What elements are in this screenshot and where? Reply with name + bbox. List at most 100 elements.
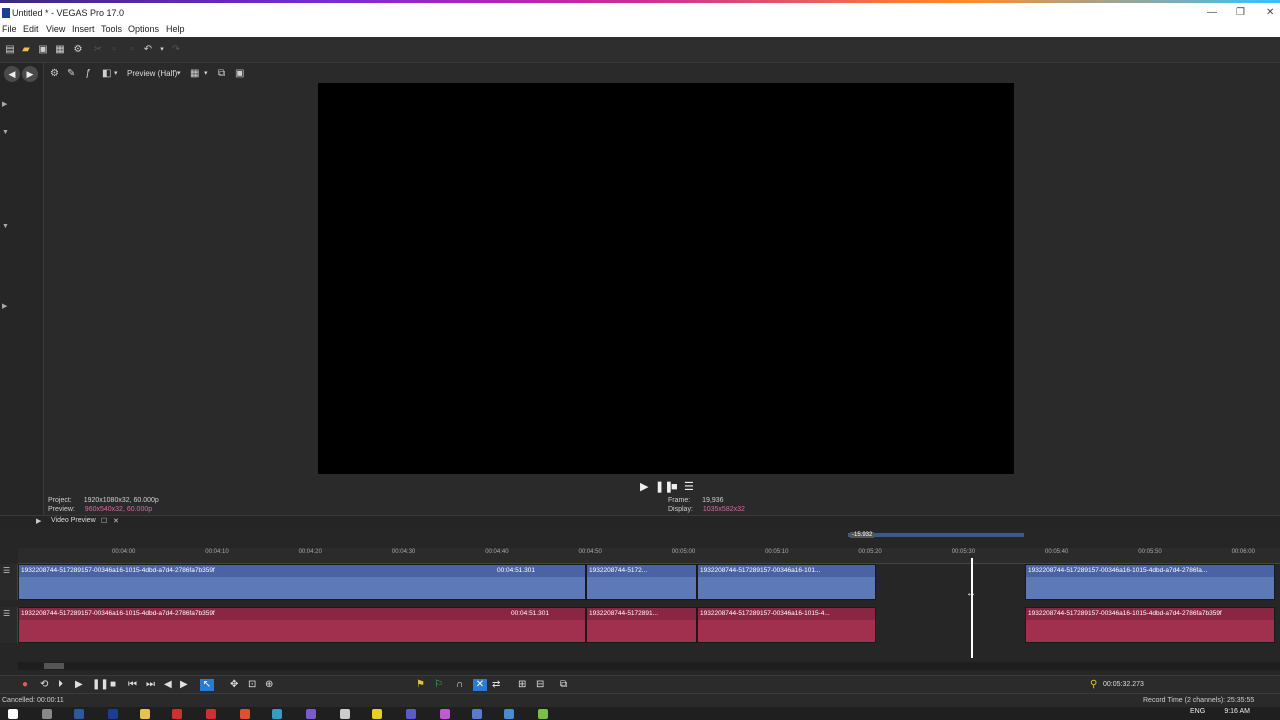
app-icon[interactable] xyxy=(472,709,482,719)
app-icon[interactable] xyxy=(538,709,548,719)
dropdown-icon[interactable]: ▾ xyxy=(204,68,208,80)
vegas-taskbar-icon[interactable] xyxy=(108,709,118,719)
marker-icon[interactable]: ⚑ xyxy=(416,679,425,691)
minimize-button[interactable]: — xyxy=(1207,7,1217,18)
zoom-tool-icon[interactable]: ⊕ xyxy=(265,679,273,691)
app-icon[interactable] xyxy=(372,709,382,719)
undo-dropdown-icon[interactable]: ▾ xyxy=(156,44,168,56)
copy-snapshot-icon[interactable]: ⧉ xyxy=(218,68,225,80)
back-icon[interactable]: ◀ xyxy=(4,66,20,82)
app-icon[interactable] xyxy=(306,709,316,719)
ignore-grouping-icon[interactable]: ⊟ xyxy=(536,679,544,691)
restore-button[interactable]: ❐ xyxy=(1236,7,1245,18)
audio-clip[interactable]: 19322087​44-517289157-00346a16-1015-4dbd… xyxy=(1025,607,1275,643)
track-menu-icon[interactable]: ☰ xyxy=(3,566,10,575)
app-icon[interactable] xyxy=(504,709,514,719)
lock-envelopes-icon[interactable]: ⊞ xyxy=(518,679,526,691)
chrome-icon[interactable] xyxy=(240,709,250,719)
play-from-start-icon[interactable]: ⏵ xyxy=(58,679,63,691)
go-to-start-icon[interactable]: ⏮ xyxy=(128,679,137,691)
menu-help[interactable]: Help xyxy=(166,24,185,34)
app-icon[interactable] xyxy=(406,709,416,719)
playhead-cursor[interactable] xyxy=(971,558,973,658)
menu-edit[interactable]: Edit xyxy=(23,24,39,34)
play-icon[interactable]: ▶ xyxy=(75,679,83,691)
video-clip[interactable]: 19322087​44-517289157-00346a16-1015-4dbd… xyxy=(18,564,586,600)
cut-icon[interactable]: ✂ xyxy=(92,44,104,56)
forward-icon[interactable]: ▶ xyxy=(22,66,38,82)
normal-edit-tool-icon[interactable]: ↖ xyxy=(200,679,214,691)
pause-icon[interactable]: ❚❚ xyxy=(92,679,109,691)
time-ruler[interactable]: 00:04:00 00:04:10 00:04:20 00:04:30 00:04:40… xyxy=(18,548,1280,564)
app-icon[interactable] xyxy=(340,709,350,719)
preview-quality-dropdown[interactable]: Preview (Half) xyxy=(127,69,177,78)
language-indicator[interactable]: ENG xyxy=(1190,708,1205,715)
collapse-arrow-icon[interactable]: ▼ xyxy=(2,221,9,233)
audio-clip[interactable]: 19322087​44-5172891... xyxy=(586,607,697,643)
edit-icon[interactable]: ✎ xyxy=(67,68,75,80)
video-clip[interactable]: 19322087​44-5172... xyxy=(586,564,697,600)
tab-arrow-icon[interactable]: ▶ xyxy=(36,517,41,525)
event-pan-crop-icon[interactable]: ⧉ xyxy=(560,679,567,691)
save-icon[interactable]: ▣ xyxy=(37,44,49,56)
copy-icon[interactable]: ▫ xyxy=(108,44,120,56)
region-icon[interactable]: ⚐ xyxy=(434,679,443,691)
selection-bar[interactable] xyxy=(848,533,1024,537)
render-icon[interactable]: ▦ xyxy=(54,44,66,56)
fx-icon[interactable]: ƒ xyxy=(85,68,91,80)
stop-icon[interactable]: ■ xyxy=(110,679,116,691)
auto-ripple-icon[interactable]: ⇄ xyxy=(492,679,500,691)
dropdown-icon[interactable]: ▾ xyxy=(177,68,181,80)
selection-tool-icon[interactable]: ⊡ xyxy=(248,679,256,691)
clock[interactable]: 9:16 AM xyxy=(1224,708,1250,715)
settings-icon[interactable]: ⚙ xyxy=(50,68,59,80)
track-menu-icon[interactable]: ☰ xyxy=(3,609,10,618)
overlays-icon[interactable]: ▦ xyxy=(190,68,199,80)
tab-video-preview[interactable]: Video Preview xyxy=(51,517,96,524)
prev-frame-icon[interactable]: ◀ xyxy=(164,679,172,691)
paste-icon[interactable]: ▫ xyxy=(126,44,138,56)
envelope-tool-icon[interactable]: ✥ xyxy=(230,679,238,691)
close-button[interactable]: ✕ xyxy=(1266,7,1274,18)
video-clip[interactable]: 19322087​44-517289157-00346a16-1015-4dbd… xyxy=(1025,564,1275,600)
menu-icon[interactable]: ☰ xyxy=(684,481,694,493)
expand-arrow-icon[interactable]: ▶ xyxy=(2,99,7,111)
timeline-scrollbar[interactable] xyxy=(18,662,1280,670)
split-screen-icon[interactable]: ◧ xyxy=(102,68,111,80)
search-icon[interactable] xyxy=(42,709,52,719)
record-icon[interactable]: ● xyxy=(22,679,28,691)
menu-options[interactable]: Options xyxy=(128,24,159,34)
start-icon[interactable] xyxy=(8,709,18,719)
app-icon[interactable] xyxy=(206,709,216,719)
undock-icon[interactable]: ☐ xyxy=(101,517,107,525)
menu-insert[interactable]: Insert xyxy=(72,24,95,34)
go-to-end-icon[interactable]: ⏭ xyxy=(146,679,155,691)
collapse-arrow-icon[interactable]: ▼ xyxy=(2,127,9,139)
open-folder-icon[interactable]: ▰ xyxy=(20,44,32,56)
loop-icon[interactable]: ⟲ xyxy=(40,679,48,691)
scrollbar-thumb[interactable] xyxy=(44,663,64,669)
menu-file[interactable]: File xyxy=(2,24,17,34)
explorer-icon[interactable] xyxy=(140,709,150,719)
snapping-icon[interactable]: ∩ xyxy=(456,679,463,691)
audio-track-header[interactable]: ☰ xyxy=(0,607,18,643)
play-icon[interactable]: ▶ xyxy=(640,481,648,493)
audio-clip[interactable]: 19322087​44-517289157-00346a16-1015-4... xyxy=(697,607,876,643)
stop-icon[interactable]: ■ xyxy=(671,481,678,493)
expand-arrow-icon[interactable]: ▶ xyxy=(2,301,7,313)
close-tab-icon[interactable]: ✕ xyxy=(113,517,119,525)
menu-tools[interactable]: Tools xyxy=(101,24,122,34)
app-icon[interactable] xyxy=(172,709,182,719)
menu-view[interactable]: View xyxy=(46,24,65,34)
undo-icon[interactable]: ↶ xyxy=(142,44,154,56)
redo-icon[interactable]: ↷ xyxy=(170,44,182,56)
audio-clip[interactable]: 19322087​44-517289157-00346a16-1015-4dbd… xyxy=(18,607,586,643)
dropdown-icon[interactable]: ▾ xyxy=(114,68,118,80)
auto-crossfade-icon[interactable]: ✕ xyxy=(473,679,487,691)
task-view-icon[interactable] xyxy=(74,709,84,719)
video-track-header[interactable]: ☰ xyxy=(0,564,18,600)
video-clip[interactable]: 19322087​44-517289157-00346a16-101... xyxy=(697,564,876,600)
app-icon[interactable] xyxy=(272,709,282,719)
next-frame-icon[interactable]: ▶ xyxy=(180,679,188,691)
properties-icon[interactable]: ⚙ xyxy=(72,44,84,56)
